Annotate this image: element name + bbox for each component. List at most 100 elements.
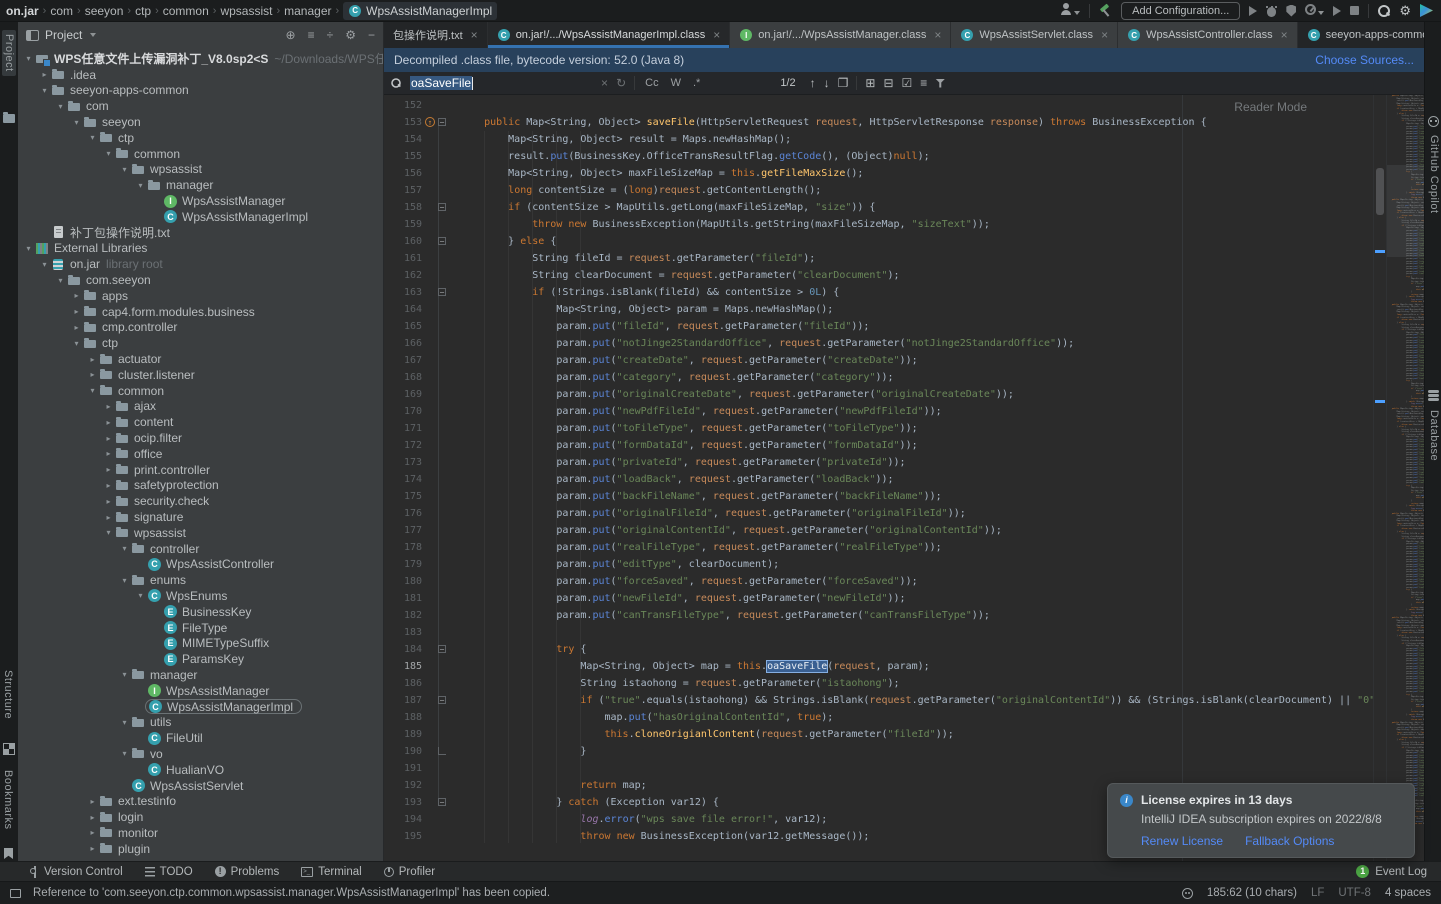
tree-item[interactable]: ▾ C WpsEnums [18, 588, 383, 604]
tree-item[interactable]: C FileUtil [18, 730, 383, 746]
code-editor[interactable]: Reader Mode 152 153 ↑ − public Map<String, … [384, 95, 1373, 861]
code-line[interactable]: 153 ↑ − public Map<String, Object> saveFil… [384, 114, 1373, 131]
tree-item[interactable]: C WpsAssistServlet [18, 778, 383, 794]
chevron-right-icon[interactable]: ▸ [102, 418, 115, 427]
clear-search-icon[interactable]: × [601, 76, 608, 90]
todo-button[interactable]: TODO [144, 866, 193, 878]
reader-mode-label[interactable]: Reader Mode [1234, 100, 1307, 114]
breadcrumb-item-current[interactable]: C WpsAssistManagerImpl [343, 1, 498, 20]
tree-item[interactable]: ▾ ctp [18, 130, 383, 146]
tree-item[interactable]: I WpsAssistManager [18, 683, 383, 699]
match-case-toggle[interactable]: Cc [643, 77, 660, 89]
coverage-icon[interactable] [1286, 4, 1297, 17]
tree-item[interactable]: C WpsAssistManagerImpl [18, 209, 383, 225]
chevron-right-icon[interactable]: ▸ [38, 70, 51, 79]
settings-gear-icon[interactable]: ⚙ [1399, 4, 1411, 17]
chevron-down-icon[interactable]: ▾ [118, 165, 131, 174]
tree-item[interactable]: ▾ seeyon-apps-common [18, 83, 383, 99]
stripe-bookmarks-button[interactable]: Bookmarks [2, 770, 14, 830]
chevron-down-icon[interactable]: ▾ [22, 54, 35, 63]
tree-item[interactable]: ▸ cluster.listener [18, 367, 383, 383]
close-tab-icon[interactable]: × [713, 28, 720, 42]
panel-settings-icon[interactable]: ⚙ [345, 28, 356, 42]
expand-all-icon[interactable]: ≡ [308, 28, 315, 42]
chevron-right-icon[interactable]: ▸ [86, 813, 99, 822]
tree-item[interactable]: ▾ vo [18, 746, 383, 762]
breadcrumb-item[interactable]: com [50, 4, 73, 18]
code-line[interactable]: 152 [384, 97, 1373, 114]
editor-tab[interactable]: Cseeyon-apps-common/.../WpsAssistManager… [1297, 22, 1441, 48]
chevron-down-icon[interactable]: ▾ [54, 102, 67, 111]
chevron-right-icon[interactable]: ▸ [102, 465, 115, 474]
chevron-down-icon[interactable]: ▾ [70, 118, 83, 127]
tool-window-switcher-icon[interactable] [10, 888, 21, 898]
chevron-down-icon[interactable]: ▾ [102, 528, 115, 537]
tree-item[interactable]: E ParamsKey [18, 651, 383, 667]
tree-item[interactable]: C WpsAssistManagerImpl [18, 699, 383, 715]
tree-item[interactable]: ▸ ocip.filter [18, 430, 383, 446]
chevron-right-icon[interactable]: ▸ [70, 307, 83, 316]
breadcrumb-item[interactable]: ctp [135, 4, 151, 18]
locate-icon[interactable]: ⊕ [286, 28, 296, 42]
profiler-button[interactable]: Profiler [383, 866, 435, 878]
tree-item[interactable]: ▾ WPS任意文件上传漏洞补丁_V8.0sp2<S ~/Downloads/WPS任… [18, 51, 383, 68]
hide-panel-icon[interactable]: − [368, 28, 375, 42]
tree-item[interactable]: ▸ signature [18, 509, 383, 525]
highlighting-level-icon[interactable] [1181, 887, 1193, 899]
tree-item[interactable]: ▾ common [18, 383, 383, 399]
terminal-button[interactable]: >_ Terminal [301, 866, 362, 878]
fold-collapse-icon[interactable]: − [438, 237, 446, 246]
override-marker-icon[interactable]: ↑ [425, 117, 435, 127]
chevron-down-icon[interactable]: ▾ [118, 718, 131, 727]
choose-sources-link[interactable]: Choose Sources... [1315, 53, 1414, 67]
chevron-down-icon[interactable]: ▾ [118, 670, 131, 679]
stripe-project-button[interactable]: Project [2, 30, 16, 76]
tree-item[interactable]: C WpsAssistController [18, 557, 383, 573]
profiler-icon[interactable] [1305, 2, 1325, 20]
editor-tab[interactable]: Ion.jar!/.../WpsAssistManager.class × [730, 22, 952, 48]
user-account-icon[interactable] [1060, 2, 1081, 20]
run-icon[interactable] [1249, 5, 1258, 16]
tree-item[interactable]: ▸ apps [18, 288, 383, 304]
indent-setting[interactable]: 4 spaces [1385, 887, 1431, 899]
tree-item[interactable]: ▾ seeyon [18, 114, 383, 130]
chevron-down-icon[interactable]: ▾ [70, 339, 83, 348]
fold-collapse-icon[interactable]: − [438, 696, 446, 705]
tree-item[interactable]: ▸ office [18, 446, 383, 462]
tree-item[interactable]: ▸ cap4.form.modules.business [18, 304, 383, 320]
tree-item[interactable]: ▾ on.jar library root [18, 256, 383, 272]
prev-occurrence-icon[interactable]: ↑ [810, 76, 816, 90]
chevron-right-icon[interactable]: ▸ [102, 497, 115, 506]
stop-icon[interactable] [1350, 6, 1360, 15]
folder-icon[interactable] [3, 112, 15, 123]
chevron-down-icon[interactable] [90, 33, 97, 37]
chevron-right-icon[interactable]: ▸ [102, 449, 115, 458]
fold-end-icon[interactable] [438, 747, 446, 755]
search-history-icon[interactable]: ↻ [616, 76, 626, 90]
tree-item[interactable]: E FileType [18, 620, 383, 636]
tree-item[interactable]: I WpsAssistManager [18, 193, 383, 209]
chevron-right-icon[interactable]: ▸ [86, 797, 99, 806]
fold-collapse-icon[interactable]: − [438, 118, 446, 127]
open-find-window-icon[interactable]: ❐ [838, 76, 849, 90]
structure-icon[interactable] [3, 743, 15, 755]
code-minimap[interactable]: public Map<String, Object> saveFile(Http… [1386, 95, 1424, 861]
tree-item[interactable]: ▾ controller [18, 541, 383, 557]
tree-item[interactable]: ▸ login [18, 809, 383, 825]
editor-tab[interactable]: 包操作说明.txt × [384, 22, 488, 48]
problems-button[interactable]: ! Problems [214, 866, 279, 878]
words-toggle[interactable]: W [669, 77, 683, 89]
breadcrumb-item[interactable]: seeyon [85, 4, 124, 18]
tree-item[interactable]: ▸ monitor [18, 825, 383, 841]
project-panel-title[interactable]: Project [45, 28, 82, 42]
close-tab-icon[interactable]: × [471, 28, 478, 42]
chevron-down-icon[interactable]: ▾ [102, 149, 115, 158]
filter-lines-icon[interactable]: ≡ [920, 76, 927, 90]
chevron-right-icon[interactable]: ▸ [102, 402, 115, 411]
chevron-right-icon[interactable]: ▸ [86, 828, 99, 837]
editor-tab[interactable]: Con.jar!/.../WpsAssistManagerImpl.class × [487, 22, 731, 48]
chevron-right-icon[interactable]: ▸ [86, 355, 99, 364]
stripe-structure-button[interactable]: Structure [2, 670, 14, 719]
chevron-down-icon[interactable]: ▾ [54, 276, 67, 285]
tree-item[interactable]: ▸ print.controller [18, 462, 383, 478]
